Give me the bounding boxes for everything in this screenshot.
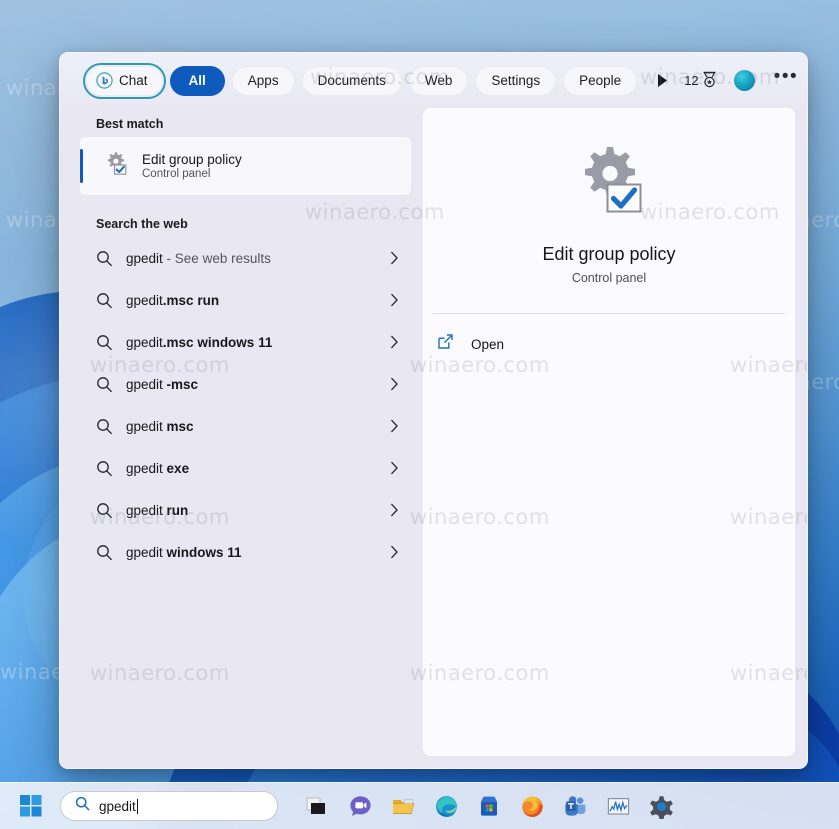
panel-header: Chat All Apps Documents Web Settings Peo… <box>60 53 807 108</box>
avatar[interactable] <box>733 70 755 91</box>
rewards-medal-icon <box>702 71 717 91</box>
chevron-right-icon <box>387 335 401 349</box>
best-match-text: Edit group policy Control panel <box>142 152 242 180</box>
taskbar: gpedit <box>0 782 839 829</box>
firefox-icon[interactable] <box>515 789 549 823</box>
search-flyout-panel: Chat All Apps Documents Web Settings Peo… <box>59 52 808 769</box>
search-icon <box>96 460 126 477</box>
search-icon <box>96 292 126 309</box>
web-result-item[interactable]: gpedit run <box>80 489 411 531</box>
task-view-icon[interactable] <box>300 789 334 823</box>
tab-settings[interactable]: Settings <box>475 65 557 96</box>
search-icon <box>96 376 126 393</box>
tab-chat-label: Chat <box>119 73 148 88</box>
web-result-label: gpedit exe <box>126 460 190 476</box>
chevron-right-icon <box>387 503 401 517</box>
web-result-label: gpedit run <box>126 502 189 518</box>
tab-web[interactable]: Web <box>408 65 469 96</box>
tab-documents-label: Documents <box>317 73 386 88</box>
chevron-right-icon <box>387 377 401 391</box>
tab-all-label: All <box>188 73 206 88</box>
tab-documents[interactable]: Documents <box>301 65 402 96</box>
more-options-icon[interactable]: ••• <box>774 67 798 89</box>
external-link-icon <box>436 332 455 356</box>
web-result-item[interactable]: gpedit msc <box>80 405 411 447</box>
search-icon <box>96 250 126 267</box>
tab-web-label: Web <box>424 73 453 88</box>
web-result-label: gpedit windows 11 <box>126 544 242 560</box>
chat-icon[interactable] <box>343 789 377 823</box>
rewards-count: 12 <box>684 73 699 88</box>
tab-people-label: People <box>579 73 622 88</box>
web-result-label: gpedit.msc windows 11 <box>126 334 273 350</box>
group-policy-icon <box>569 143 649 228</box>
best-match-heading: Best match <box>96 117 164 131</box>
chevron-right-icon <box>387 293 401 307</box>
best-match-title: Edit group policy <box>142 152 242 167</box>
web-result-item[interactable]: gpedit.msc windows 11 <box>80 321 411 363</box>
settings-gear-icon[interactable] <box>644 789 678 823</box>
chevron-right-icon <box>387 461 401 475</box>
tab-apps-label: Apps <box>247 73 279 88</box>
teams-icon[interactable] <box>558 789 592 823</box>
search-web-heading: Search the web <box>96 217 188 231</box>
web-result-item[interactable]: gpedit.msc run <box>80 279 411 321</box>
search-text: gpedit <box>99 798 136 814</box>
web-result-item[interactable]: gpedit windows 11 <box>80 531 411 573</box>
web-result-label: gpedit msc <box>126 418 194 434</box>
tab-apps[interactable]: Apps <box>231 65 295 96</box>
web-result-label: gpedit -msc <box>126 376 199 392</box>
preview-divider <box>433 313 785 314</box>
search-icon <box>96 544 126 561</box>
search-icon <box>96 418 126 435</box>
results-column: Best match Edit group policy Control pan… <box>60 108 423 768</box>
start-button[interactable] <box>14 789 48 823</box>
best-match-result[interactable]: Edit group policy Control panel <box>80 137 411 195</box>
web-result-item[interactable]: gpedit - See web results <box>80 237 411 279</box>
text-caret <box>136 798 138 814</box>
edge-icon[interactable] <box>429 789 463 823</box>
search-input[interactable]: gpedit <box>60 791 278 821</box>
web-result-label: gpedit.msc run <box>126 292 220 308</box>
web-result-item[interactable]: gpedit exe <box>80 447 411 489</box>
play-icon[interactable] <box>651 68 673 94</box>
taskbar-icons <box>300 789 678 823</box>
chevron-right-icon <box>387 419 401 433</box>
search-icon <box>75 796 90 816</box>
group-policy-icon <box>102 150 129 182</box>
file-explorer-icon[interactable] <box>386 789 420 823</box>
open-action-button[interactable]: Open <box>433 324 785 364</box>
performance-monitor-icon[interactable] <box>601 789 635 823</box>
web-results-list: gpedit - See web results gpedit.msc run gp… <box>80 237 411 573</box>
filter-tab-bar: Chat All Apps Documents Web Settings Peo… <box>60 53 807 108</box>
desktop: winaero.com winaero.com winaero.com wina… <box>0 0 839 829</box>
preview-title: Edit group policy <box>542 244 676 264</box>
panel-body: Best match Edit group policy Control pan… <box>60 108 807 768</box>
tab-people[interactable]: People <box>563 65 638 96</box>
web-result-label: gpedit - See web results <box>126 250 271 266</box>
preview-subtitle: Control panel <box>571 271 647 285</box>
bing-chat-icon <box>96 72 113 89</box>
preview-pane: Edit group policy Control panel Open <box>423 108 795 756</box>
chevron-right-icon <box>387 251 401 265</box>
tab-settings-label: Settings <box>491 73 541 88</box>
microsoft-store-icon[interactable] <box>472 789 506 823</box>
search-icon <box>96 502 126 519</box>
best-match-subtitle: Control panel <box>142 168 211 180</box>
web-result-item[interactable]: gpedit -msc <box>80 363 411 405</box>
rewards-badge[interactable]: 12 <box>684 71 716 91</box>
tab-chat[interactable]: Chat <box>83 62 166 99</box>
search-input-value: gpedit <box>99 798 138 814</box>
open-label: Open <box>471 336 505 352</box>
tab-all[interactable]: All <box>169 65 225 96</box>
search-icon <box>96 334 126 351</box>
chevron-right-icon <box>387 545 401 559</box>
